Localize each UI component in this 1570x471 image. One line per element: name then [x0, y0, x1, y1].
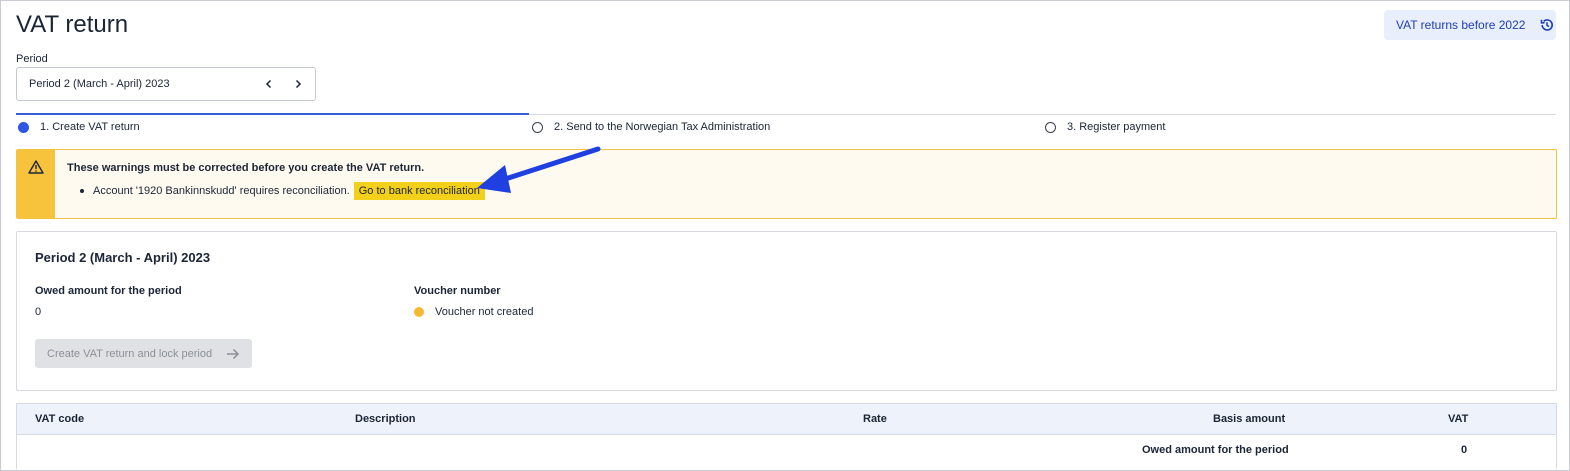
create-vat-return-button[interactable]: Create VAT return and lock period	[35, 339, 252, 368]
step-label: 2. Send to the Norwegian Tax Administrat…	[554, 121, 771, 133]
column-header-basis-amount[interactable]: Basis amount	[1213, 413, 1285, 425]
warning-banner: These warnings must be corrected before …	[16, 149, 1557, 219]
warning-item: Account '1920 Bankinnskudd' requires rec…	[67, 182, 485, 200]
history-icon	[1539, 17, 1555, 33]
bullet	[80, 189, 84, 193]
step-label: 1. Create VAT return	[40, 121, 140, 133]
column-header-rate[interactable]: Rate	[863, 413, 887, 425]
step-label: 3. Register payment	[1067, 121, 1166, 133]
table-footer-value: 0	[1461, 444, 1468, 456]
step-send-to-tax-administration[interactable]: 2. Send to the Norwegian Tax Administrat…	[532, 121, 770, 133]
step-indicator	[1045, 121, 1056, 133]
chevron-left-icon[interactable]	[261, 76, 277, 92]
voucher-status: Voucher not created	[414, 306, 533, 318]
period-label: Period	[16, 53, 48, 65]
stepper-progress	[16, 113, 529, 115]
status-dot	[414, 307, 424, 318]
owed-amount-label: Owed amount for the period	[35, 285, 182, 297]
go-to-bank-reconciliation-link[interactable]: Go to bank reconciliation	[353, 182, 485, 200]
step-indicator	[532, 121, 543, 133]
step-register-payment[interactable]: 3. Register payment	[1045, 121, 1165, 133]
period-selector[interactable]: Period 2 (March - April) 2023	[16, 67, 316, 101]
vat-returns-before-2022-button[interactable]: VAT returns before 2022	[1384, 10, 1556, 40]
voucher-number-label: Voucher number	[414, 285, 501, 297]
history-button-label: VAT returns before 2022	[1396, 18, 1526, 32]
owed-amount-value: 0	[35, 306, 42, 318]
period-selected-value: Period 2 (March - April) 2023	[29, 78, 170, 90]
warning-title: These warnings must be corrected before …	[67, 162, 425, 174]
annotation-arrow-icon	[477, 146, 601, 193]
table-footer-label: Owed amount for the period	[1142, 444, 1289, 456]
warning-sidebar	[17, 150, 55, 218]
card-title: Period 2 (March - April) 2023	[35, 250, 211, 265]
arrow-right-icon	[226, 348, 240, 360]
create-vat-return-button-label: Create VAT return and lock period	[47, 347, 213, 360]
step-indicator-active	[18, 121, 29, 133]
column-header-description[interactable]: Description	[355, 413, 416, 425]
step-create-vat-return[interactable]: 1. Create VAT return	[18, 121, 140, 133]
column-header-vat-code[interactable]: VAT code	[35, 413, 84, 425]
page-title: VAT return	[16, 11, 129, 38]
table-header	[17, 404, 1556, 435]
chevron-right-icon[interactable]	[290, 76, 306, 92]
warning-item-text: Account '1920 Bankinnskudd' requires rec…	[93, 185, 350, 197]
voucher-status-text: Voucher not created	[435, 306, 534, 318]
column-header-vat[interactable]: VAT	[1448, 413, 1468, 425]
warning-icon	[28, 160, 44, 218]
